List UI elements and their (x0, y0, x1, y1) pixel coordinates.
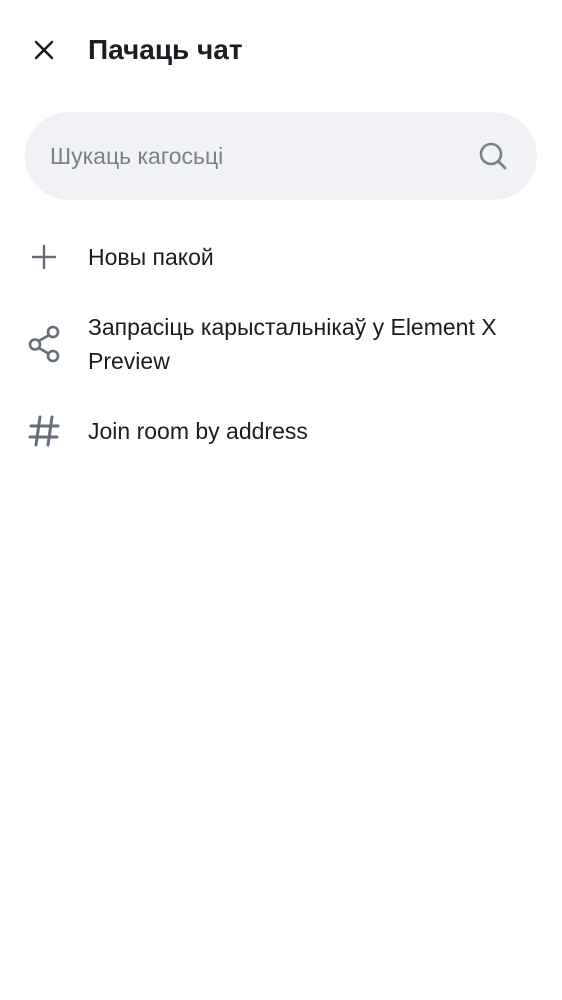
search-icon[interactable] (477, 140, 509, 172)
hash-icon (24, 411, 64, 451)
invite-people-label: Запрасіць карыстальнікаў у Element X Pre… (88, 314, 497, 374)
search-bar[interactable] (25, 112, 537, 200)
close-icon (34, 40, 54, 60)
invite-people-item[interactable]: Запрасіць карыстальнікаў у Element X Pre… (0, 300, 562, 388)
close-button[interactable] (22, 28, 66, 72)
new-room-item[interactable]: Новы пакой (0, 230, 562, 284)
share-icon (24, 324, 64, 364)
join-room-by-address-item[interactable]: Join room by address (0, 404, 562, 458)
new-room-label: Новы пакой (88, 244, 214, 270)
top-app-bar: Пачаць чат (0, 0, 562, 100)
plus-icon (24, 237, 64, 277)
join-room-by-address-label: Join room by address (88, 418, 308, 444)
page-title: Пачаць чат (88, 34, 243, 65)
search-input[interactable] (50, 134, 470, 178)
start-chat-screen: Пачаць чат Новы пакой Запрасіць (0, 0, 562, 1000)
